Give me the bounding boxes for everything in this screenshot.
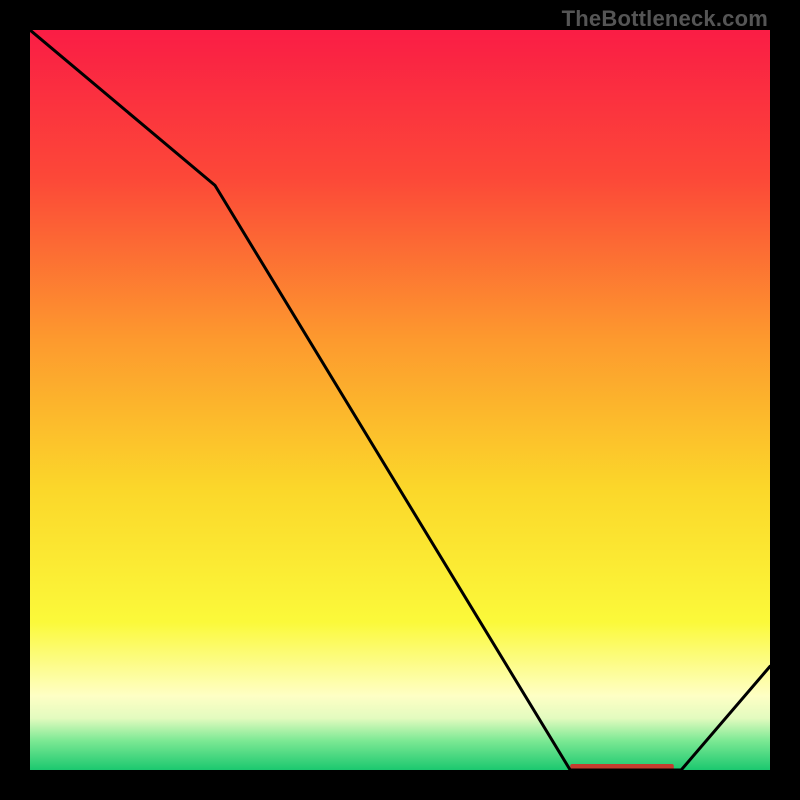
chart-line (30, 30, 770, 770)
watermark-text: TheBottleneck.com (562, 6, 768, 32)
chart-frame: TheBottleneck.com (0, 0, 800, 800)
chart-overlay (30, 30, 770, 770)
plot-area (30, 30, 770, 770)
